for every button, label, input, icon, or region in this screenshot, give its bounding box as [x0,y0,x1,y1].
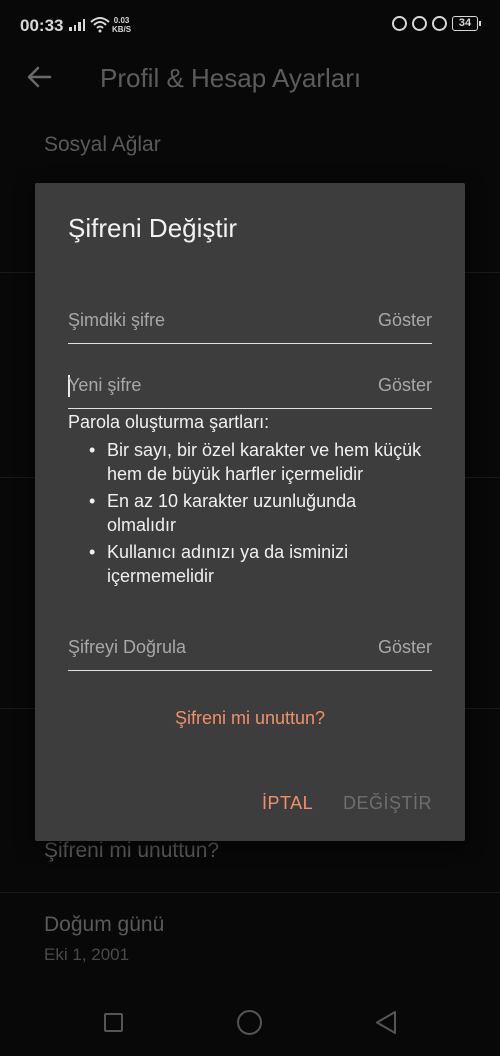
lock-icon [412,16,427,31]
requirements-title: Parola oluşturma şartları: [68,412,270,432]
requirements-list: Bir sayı, bir özel karakter ve hem küçük… [85,438,425,591]
forgot-password-label: Şifreni mi unuttun? [44,839,220,862]
home-icon[interactable] [237,1010,262,1035]
birthday-value: Eki 1, 2001 [44,945,130,964]
requirement-item: Kullanıcı adınızı ya da isminizi içermem… [85,540,425,588]
network-speed: 0.03 KB/S [112,16,131,34]
status-time: 00:33 [20,16,64,35]
system-navigation-bar [0,990,500,1056]
current-password-field[interactable]: Şimdiki şifre Göster [68,294,432,344]
divider [0,892,500,893]
confirm-password-field[interactable]: Şifreyi Doğrula Göster [68,621,432,671]
change-password-dialog: Şifreni Değiştir Şimdiki şifre Göster Ye… [35,183,465,841]
forgot-password-link[interactable]: Şifreni mi unuttun? [35,708,465,729]
network-speed-value: 0.03 [113,16,130,25]
alarm-icon [432,16,447,31]
settings-item-birthday[interactable]: Doğum günü Eki 1, 2001 [44,913,164,965]
social-networks-label: Sosyal Ağlar [44,133,161,156]
birthday-label: Doğum günü [44,913,165,936]
requirement-item: Bir sayı, bir özel karakter ve hem küçük… [85,438,425,486]
dialog-title: Şifreni Değiştir [68,213,238,243]
show-confirm-password-button[interactable]: Göster [378,637,432,658]
show-new-password-button[interactable]: Göster [378,375,432,396]
settings-item-forgot-password[interactable]: Şifreni mi unuttun? [44,839,219,863]
show-current-password-button[interactable]: Göster [378,310,432,331]
status-icons: 34 [392,16,481,31]
current-password-placeholder: Şimdiki şifre [68,310,166,330]
settings-item-social-networks[interactable]: Sosyal Ağlar [44,133,161,157]
data-saver-icon [392,16,407,31]
network-speed-unit: KB/S [112,25,132,34]
battery-icon: 34 [452,16,481,31]
change-button[interactable]: DEĞİŞTİR [343,793,432,814]
requirement-item: En az 10 karakter uzunluğunda olmalıdır [85,489,425,537]
nav-back-icon[interactable] [374,1010,398,1035]
page-title: Profil & Hesap Ayarları [100,63,362,93]
new-password-field[interactable]: Yeni şifre Göster [68,359,432,409]
new-password-placeholder: Yeni şifre [68,375,142,395]
back-arrow-icon[interactable] [26,64,52,90]
wifi-icon [90,17,110,33]
confirm-password-placeholder: Şifreyi Doğrula [68,637,187,657]
signal-icon [69,19,85,31]
app-bar: Profil & Hesap Ayarları [0,50,500,106]
status-bar: 00:33 0.03 KB/S 34 [0,0,500,50]
recent-apps-icon[interactable] [104,1013,123,1032]
cancel-button[interactable]: İPTAL [262,793,313,814]
